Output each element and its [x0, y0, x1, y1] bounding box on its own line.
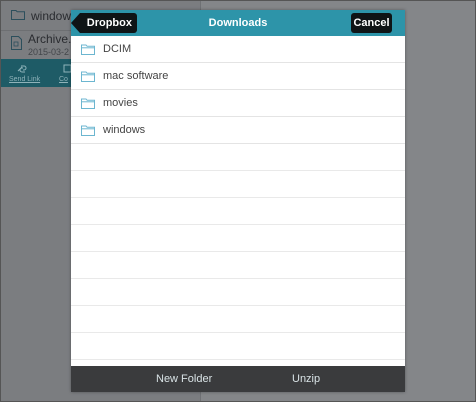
- empty-row: [71, 252, 405, 279]
- folder-label: mac software: [103, 70, 169, 82]
- background-row-date: 2015-03-2: [28, 47, 70, 57]
- folder-icon: [81, 44, 95, 55]
- folder-row[interactable]: mac software: [71, 63, 405, 90]
- folder-list: DCIM mac software movies windows: [71, 36, 405, 366]
- folder-label: movies: [103, 97, 138, 109]
- empty-row: [71, 279, 405, 306]
- empty-row: [71, 333, 405, 360]
- background-row-label: Archive.z: [28, 32, 78, 46]
- folder-icon: [81, 98, 95, 109]
- back-button[interactable]: Dropbox: [71, 13, 137, 33]
- link-icon: [17, 65, 27, 73]
- empty-row: [71, 144, 405, 171]
- empty-row: [71, 198, 405, 225]
- copy-action[interactable]: Co: [59, 76, 68, 83]
- empty-row: [71, 306, 405, 333]
- empty-row: [71, 225, 405, 252]
- dialog-header: Downloads Dropbox Cancel: [71, 10, 405, 36]
- folder-icon: [81, 125, 95, 136]
- unzip-button[interactable]: Unzip: [292, 366, 320, 392]
- folder-label: DCIM: [103, 43, 132, 55]
- cancel-button[interactable]: Cancel: [351, 13, 392, 33]
- folder-label: windows: [103, 124, 146, 136]
- folder-row[interactable]: DCIM: [71, 36, 405, 63]
- folder-icon: [81, 71, 95, 82]
- folder-row[interactable]: windows: [71, 117, 405, 144]
- back-arrow-icon: [71, 13, 80, 33]
- back-button-label: Dropbox: [86, 17, 132, 29]
- new-folder-button[interactable]: New Folder: [156, 366, 212, 392]
- folder-row[interactable]: movies: [71, 90, 405, 117]
- send-link-action[interactable]: Send Link: [9, 76, 40, 83]
- folder-icon: [11, 7, 25, 25]
- folder-picker-dialog: Downloads Dropbox Cancel DCIM mac softwa…: [71, 10, 405, 392]
- zip-file-icon: [11, 35, 22, 55]
- empty-row: [71, 171, 405, 198]
- dialog-footer: New Folder Unzip: [71, 366, 405, 392]
